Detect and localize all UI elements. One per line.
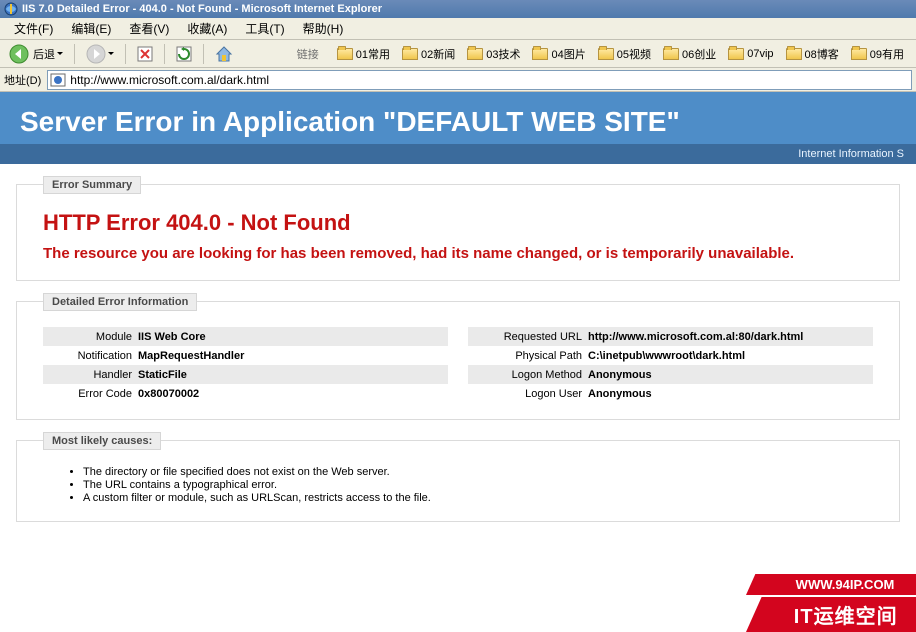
- error-banner: Server Error in Application "DEFAULT WEB…: [0, 92, 916, 144]
- favorite-link-label: 03技术: [486, 46, 520, 62]
- refresh-button[interactable]: [171, 43, 197, 65]
- favorite-link-3[interactable]: 04图片: [528, 44, 589, 64]
- favorite-link-label: 06创业: [682, 46, 716, 62]
- requested-url-label: Requested URL: [468, 331, 588, 343]
- folder-icon: [786, 48, 802, 60]
- ie-page-icon: [50, 73, 66, 87]
- watermark-url: WWW.94IP.COM: [796, 577, 895, 592]
- error-title: HTTP Error 404.0 - Not Found: [43, 210, 873, 236]
- folder-icon: [598, 48, 614, 60]
- favorite-link-7[interactable]: 08博客: [782, 44, 843, 64]
- forward-button[interactable]: [81, 41, 119, 67]
- cause-item: The directory or file specified does not…: [83, 466, 873, 478]
- toolbar: 后退 链接 01常用02新闻03技术04图片05视频06创业07vip08博客0…: [0, 40, 916, 68]
- folder-icon: [728, 48, 744, 60]
- favorite-link-label: 07vip: [747, 48, 773, 60]
- iis-version-bar: Internet Information S: [0, 144, 916, 164]
- folder-icon: [532, 48, 548, 60]
- notification-label: Notification: [43, 350, 138, 362]
- ie-icon: [4, 2, 18, 16]
- home-button[interactable]: [210, 42, 238, 66]
- detailed-error-legend: Detailed Error Information: [43, 293, 197, 311]
- favorite-link-2[interactable]: 03技术: [463, 44, 524, 64]
- chevron-down-icon: [108, 52, 114, 55]
- details-right-column: Requested URLhttp://www.microsoft.com.al…: [468, 327, 873, 403]
- details-left-column: ModuleIIS Web Core NotificationMapReques…: [43, 327, 448, 403]
- cause-item: A custom filter or module, such as URLSc…: [83, 492, 873, 504]
- logon-method-label: Logon Method: [468, 369, 588, 381]
- address-bar: 地址(D) http://www.microsoft.com.al/dark.h…: [0, 68, 916, 92]
- favorite-link-4[interactable]: 05视频: [594, 44, 655, 64]
- menu-bar: 文件(F) 编辑(E) 查看(V) 收藏(A) 工具(T) 帮助(H): [0, 18, 916, 40]
- home-icon: [215, 45, 233, 63]
- favorite-link-label: 02新闻: [421, 46, 455, 62]
- error-code-value: 0x80070002: [138, 388, 199, 400]
- stop-button[interactable]: [132, 43, 158, 65]
- back-button[interactable]: 后退: [4, 41, 68, 67]
- menu-view[interactable]: 查看(V): [121, 18, 177, 39]
- favorite-link-5[interactable]: 06创业: [659, 44, 720, 64]
- separator: [125, 44, 126, 64]
- address-url: http://www.microsoft.com.al/dark.html: [70, 73, 909, 87]
- logon-user-value: Anonymous: [588, 388, 652, 400]
- requested-url-value: http://www.microsoft.com.al:80/dark.html: [588, 331, 803, 343]
- favorite-link-label: 08博客: [805, 46, 839, 62]
- logon-user-label: Logon User: [468, 388, 588, 400]
- page-content: Server Error in Application "DEFAULT WEB…: [0, 92, 916, 522]
- favorite-link-8[interactable]: 09有用: [847, 44, 908, 64]
- notification-value: MapRequestHandler: [138, 350, 244, 362]
- page-title: Server Error in Application "DEFAULT WEB…: [20, 106, 896, 138]
- back-label: 后退: [33, 46, 55, 62]
- module-label: Module: [43, 331, 138, 343]
- menu-tools[interactable]: 工具(T): [237, 18, 292, 39]
- favorite-link-6[interactable]: 07vip: [724, 46, 777, 62]
- cause-item: The URL contains a typographical error.: [83, 479, 873, 491]
- module-value: IIS Web Core: [138, 331, 206, 343]
- separator: [203, 44, 204, 64]
- links-container: 01常用 02新闻 03技术 04图片 05视频 06创业 07vip 08博客 09有用: [333, 44, 912, 64]
- menu-help[interactable]: 帮助(H): [295, 18, 352, 39]
- folder-icon: [467, 48, 483, 60]
- links-label: 链接: [293, 46, 323, 62]
- error-summary-legend: Error Summary: [43, 176, 141, 194]
- stop-icon: [137, 46, 153, 62]
- watermark: WWW.94IP.COM IT运维空间: [746, 572, 916, 632]
- refresh-icon: [176, 46, 192, 62]
- address-label: 地址(D): [4, 72, 41, 88]
- folder-icon: [663, 48, 679, 60]
- handler-value: StaticFile: [138, 369, 187, 381]
- forward-icon: [86, 44, 106, 64]
- physical-path-value: C:\inetpub\wwwroot\dark.html: [588, 350, 745, 362]
- address-input[interactable]: http://www.microsoft.com.al/dark.html: [47, 70, 912, 90]
- most-likely-causes-region: Most likely causes: The directory or fil…: [16, 440, 900, 522]
- favorite-link-0[interactable]: 01常用: [333, 44, 394, 64]
- folder-icon: [337, 48, 353, 60]
- causes-list: The directory or file specified does not…: [43, 466, 873, 504]
- window-titlebar: IIS 7.0 Detailed Error - 404.0 - Not Fou…: [0, 0, 916, 18]
- detailed-error-region: Detailed Error Information ModuleIIS Web…: [16, 301, 900, 420]
- menu-file[interactable]: 文件(F): [6, 18, 61, 39]
- chevron-down-icon: [57, 52, 63, 55]
- favorite-link-label: 05视频: [617, 46, 651, 62]
- error-summary-region: Error Summary HTTP Error 404.0 - Not Fou…: [16, 184, 900, 281]
- favorite-link-label: 01常用: [356, 46, 390, 62]
- window-title: IIS 7.0 Detailed Error - 404.0 - Not Fou…: [22, 3, 382, 15]
- favorite-link-label: 04图片: [551, 46, 585, 62]
- folder-icon: [851, 48, 867, 60]
- error-code-label: Error Code: [43, 388, 138, 400]
- separator: [164, 44, 165, 64]
- menu-edit[interactable]: 编辑(E): [63, 18, 119, 39]
- logon-method-value: Anonymous: [588, 369, 652, 381]
- physical-path-label: Physical Path: [468, 350, 588, 362]
- causes-legend: Most likely causes:: [43, 432, 161, 450]
- separator: [74, 44, 75, 64]
- menu-favorites[interactable]: 收藏(A): [179, 18, 235, 39]
- folder-icon: [402, 48, 418, 60]
- favorite-link-label: 09有用: [870, 46, 904, 62]
- watermark-text: IT运维空间: [794, 600, 898, 629]
- handler-label: Handler: [43, 369, 138, 381]
- favorite-link-1[interactable]: 02新闻: [398, 44, 459, 64]
- back-icon: [9, 44, 29, 64]
- error-description: The resource you are looking for has bee…: [43, 244, 873, 264]
